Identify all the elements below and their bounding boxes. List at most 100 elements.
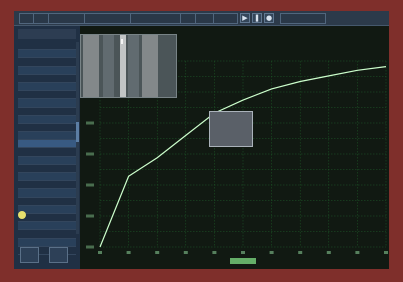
x-tick-mark [98, 251, 102, 254]
list-item[interactable] [18, 75, 76, 83]
x-tick-mark [326, 251, 331, 254]
play-icon[interactable]: ▶ [240, 13, 250, 23]
y-tick-mark [86, 214, 94, 218]
list-item[interactable] [18, 156, 76, 165]
list-item[interactable] [18, 82, 76, 92]
cell-a [18, 132, 47, 139]
cell-a [18, 165, 47, 172]
list-item[interactable] [18, 222, 76, 231]
cell-a [18, 67, 47, 74]
list-item[interactable] [18, 124, 76, 133]
cell-b [47, 189, 76, 196]
menu-item-status[interactable] [280, 13, 326, 24]
cell-b [47, 108, 76, 115]
cell-b [47, 91, 76, 98]
record-icon[interactable]: ● [264, 13, 274, 23]
panel-button-right[interactable] [49, 247, 68, 263]
cell-a [18, 91, 47, 98]
cell-a [18, 75, 47, 82]
scrollbar-thumb[interactable] [76, 122, 79, 142]
x-tick-mark [384, 251, 388, 254]
cell-b [47, 230, 76, 237]
cell-a [18, 239, 47, 246]
list-item[interactable] [18, 42, 76, 51]
readout-panel[interactable] [209, 111, 253, 147]
menu-item-analysis[interactable] [84, 13, 134, 24]
x-axis-label [230, 258, 256, 264]
readout-line-2 [213, 124, 252, 136]
readout-line-3 [213, 136, 252, 148]
y-tick-mark [86, 121, 94, 125]
list-item[interactable] [18, 214, 76, 223]
menu-item-b[interactable] [195, 13, 215, 24]
x-tick-mark [155, 251, 160, 254]
list-item[interactable] [18, 58, 76, 67]
cell-a [18, 230, 47, 237]
list-item[interactable] [18, 108, 76, 116]
cell-a [18, 181, 47, 188]
y-tick-mark [86, 152, 94, 156]
preview-marker[interactable] [121, 39, 123, 44]
cell-a [18, 157, 47, 164]
cell-b [47, 83, 76, 90]
cell-b [47, 165, 76, 172]
status-dot-icon [18, 211, 26, 219]
cell-a [18, 198, 47, 205]
list-item[interactable] [18, 189, 76, 198]
panel-button-left[interactable] [20, 247, 39, 263]
cell-b [47, 116, 76, 123]
main-content [80, 26, 389, 269]
cell-a [18, 173, 47, 180]
list-item[interactable] [18, 50, 76, 59]
cell-b [47, 58, 76, 65]
x-tick-mark [183, 251, 188, 254]
cell-b [47, 157, 76, 164]
cell-b [47, 124, 76, 131]
list-item[interactable] [18, 205, 76, 214]
x-tick-mark [212, 251, 217, 254]
panel-header [18, 29, 76, 39]
menu-item-c[interactable] [213, 13, 238, 24]
cell-b [47, 173, 76, 180]
list-item[interactable] [18, 238, 76, 247]
list-item[interactable] [18, 148, 76, 157]
cell-a [18, 140, 47, 147]
list-item[interactable] [18, 181, 76, 190]
menu-item-tools[interactable] [48, 13, 88, 24]
cell-a [18, 58, 47, 65]
cell-a [18, 148, 47, 155]
cell-a [18, 124, 47, 131]
list-item[interactable] [18, 132, 76, 141]
list-item[interactable] [18, 66, 76, 75]
list-item[interactable] [18, 115, 76, 124]
menu-bar: ▶ ❚ ● [14, 11, 389, 26]
cell-a [18, 42, 47, 49]
list-item[interactable] [18, 99, 76, 108]
cell-a [18, 222, 47, 229]
list-item[interactable] [18, 91, 76, 100]
cell-b [47, 148, 76, 155]
menu-item-window[interactable] [130, 13, 182, 24]
list-item[interactable] [18, 173, 76, 182]
cell-a [18, 99, 47, 106]
y-tick-mark [86, 245, 94, 249]
cell-a [18, 50, 47, 57]
list-item-selected[interactable] [18, 140, 76, 149]
image-preview[interactable] [80, 34, 177, 98]
x-tick-mark [298, 251, 303, 254]
cell-a [18, 108, 47, 115]
cell-b [47, 198, 76, 205]
cell-b [47, 239, 76, 246]
x-tick-mark [269, 251, 274, 254]
list-item[interactable] [18, 230, 76, 239]
list-item[interactable] [18, 198, 76, 206]
cell-a [18, 189, 47, 196]
cell-b [47, 42, 76, 49]
cell-b [47, 67, 76, 74]
cell-b [47, 132, 76, 139]
cell-b [47, 181, 76, 188]
cell-b [47, 214, 76, 221]
list-item[interactable] [18, 165, 76, 173]
data-list [18, 42, 76, 255]
pause-icon[interactable]: ❚ [252, 13, 262, 23]
